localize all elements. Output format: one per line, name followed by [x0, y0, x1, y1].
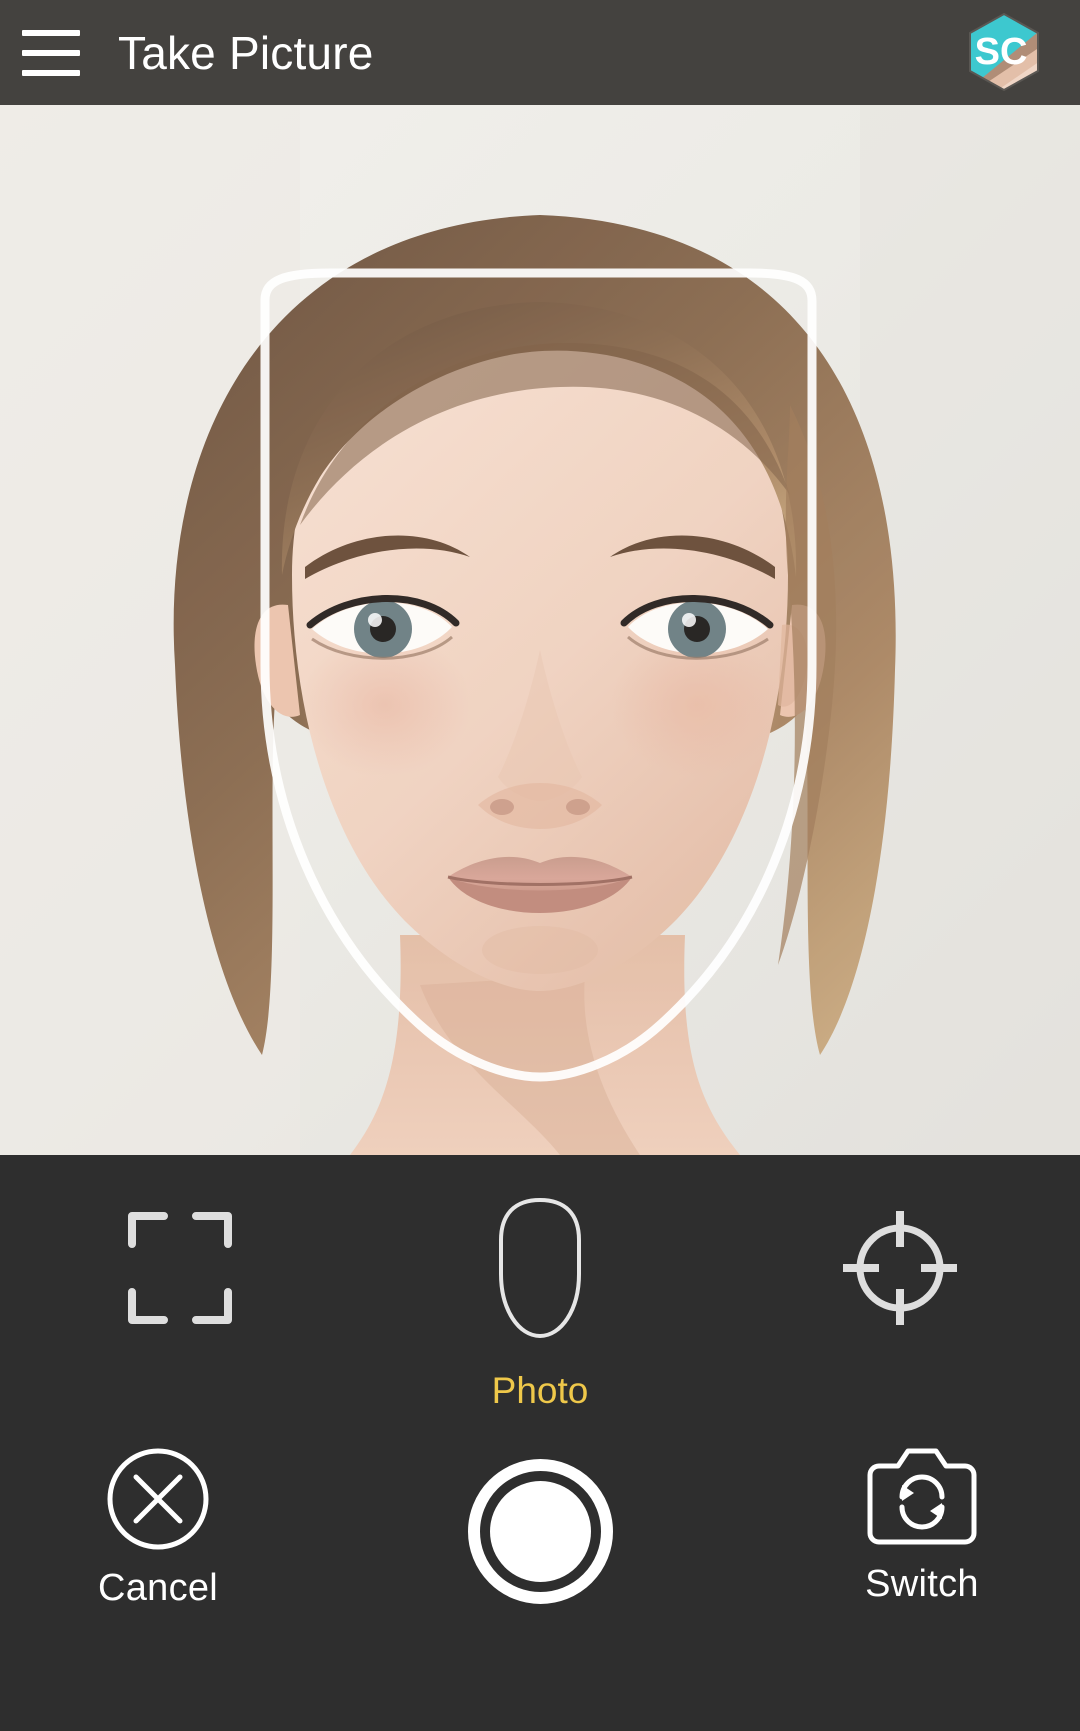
page-title: Take Picture — [118, 26, 374, 79]
camera-viewfinder[interactable] — [0, 105, 1080, 1155]
shutter-button[interactable] — [390, 1445, 690, 1604]
camera-controls-panel: Photo Cancel Switch — [0, 1155, 1080, 1731]
camera-switch-icon — [867, 1448, 977, 1545]
cancel-button[interactable]: Cancel — [8, 1445, 308, 1610]
hamburger-line — [22, 49, 80, 56]
hamburger-line — [22, 69, 80, 76]
cancel-circle-x-icon — [107, 1448, 209, 1550]
face-oval-icon — [499, 1197, 581, 1338]
cancel-label: Cancel — [97, 1567, 219, 1609]
switch-camera-button[interactable]: Switch — [772, 1445, 1072, 1606]
mode-crop-frame-button[interactable] — [0, 1180, 360, 1355]
app-bar: Take Picture SC — [0, 0, 1080, 105]
hamburger-menu-icon[interactable] — [22, 29, 80, 76]
camera-screen: Take Picture SC Photo Cancel Switch — [0, 0, 1080, 1731]
switch-label: Switch — [865, 1563, 979, 1605]
crop-corners-icon — [128, 1211, 232, 1324]
mode-target-button[interactable] — [720, 1180, 1080, 1355]
shutter-inner-circle — [489, 1481, 591, 1582]
crosshair-target-icon — [843, 1210, 957, 1325]
face-outline-guide — [260, 268, 817, 1082]
app-logo-hexagon-icon[interactable]: SC — [965, 12, 1043, 92]
shutter-ring — [467, 1459, 613, 1604]
mode-face-oval-button[interactable] — [360, 1180, 720, 1355]
capture-mode-row — [0, 1180, 1080, 1355]
camera-action-row: Cancel Switch — [0, 1445, 1080, 1675]
logo-text: SC — [975, 31, 1028, 73]
mode-label: Photo — [491, 1370, 589, 1411]
hamburger-line — [22, 29, 80, 36]
